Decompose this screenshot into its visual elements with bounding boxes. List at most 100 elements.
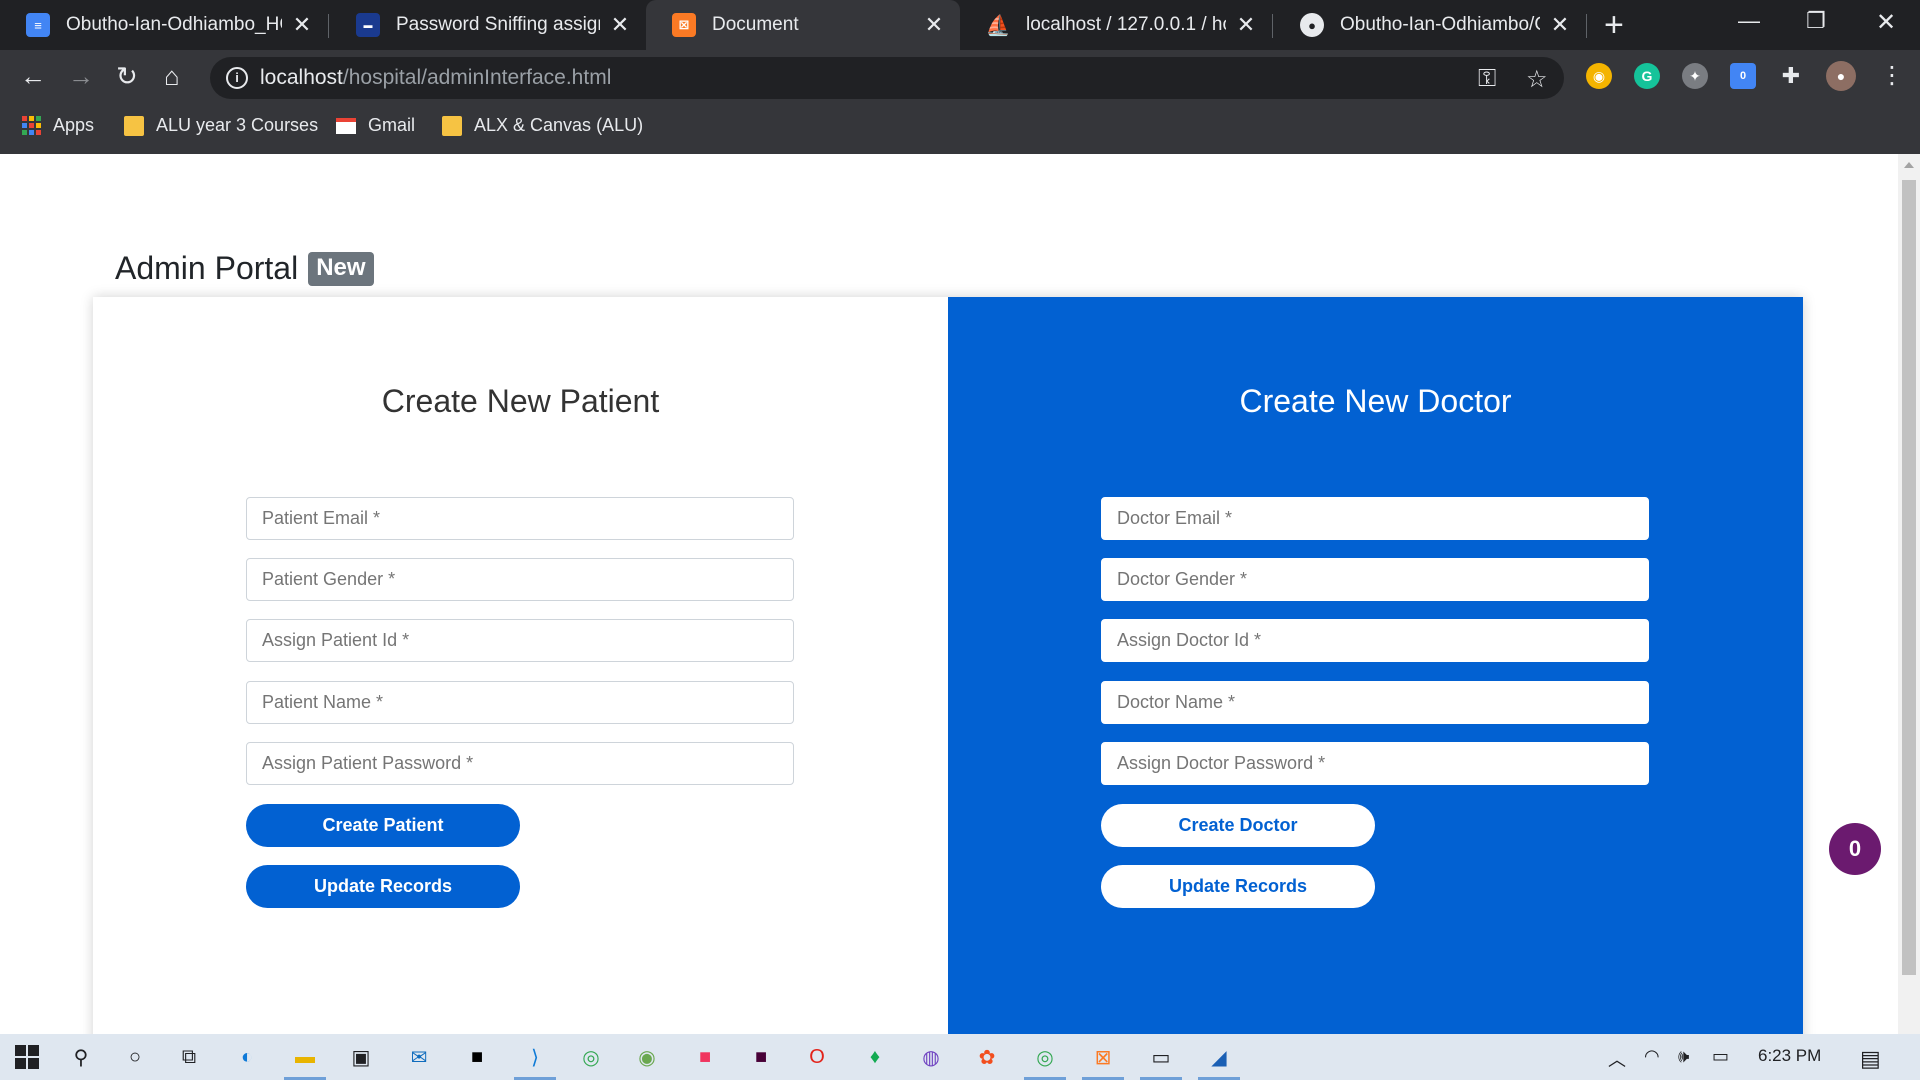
extension-compass-icon[interactable]: ◉ <box>1586 63 1612 89</box>
patient-name-input[interactable] <box>246 681 794 724</box>
doctor-form-panel: Create New Doctor Create Doctor Update R… <box>948 297 1803 1034</box>
key-icon[interactable]: ⚿ <box>1478 65 1496 93</box>
browser-toolbar: ← → ↻ ⌂ i localhost/hospital/adminInterf… <box>0 50 1920 105</box>
docs-icon: ≡ <box>26 13 50 37</box>
opera-icon[interactable]: O <box>802 1042 832 1072</box>
address-bar[interactable]: i localhost/hospital/adminInterface.html… <box>210 57 1564 99</box>
search-icon[interactable]: ⚲ <box>66 1042 96 1072</box>
volume-icon[interactable]: 🕪 <box>1678 1046 1689 1067</box>
minimize-icon[interactable]: — <box>1738 8 1760 34</box>
chrome-icon[interactable]: ◎ <box>576 1042 606 1072</box>
bookmarks-bar: Apps ALU year 3 Courses Gmail ALX & Canv… <box>0 105 1920 154</box>
bookmark-gmail[interactable]: Gmail <box>336 115 415 136</box>
edge-icon[interactable]: ◐ <box>232 1042 262 1072</box>
patient-password-input[interactable] <box>246 742 794 785</box>
cortana-icon[interactable]: ○ <box>120 1042 150 1072</box>
back-arrow-icon[interactable]: ← <box>20 61 46 92</box>
window-close-icon[interactable]: ✕ <box>1876 8 1896 37</box>
doctor-gender-input[interactable] <box>1101 558 1649 601</box>
terminal-icon[interactable]: ▭ <box>1140 1042 1182 1080</box>
doctor-email-input[interactable] <box>1101 497 1649 540</box>
create-patient-button[interactable]: Create Patient <box>246 804 520 847</box>
battery-icon[interactable]: ▭ <box>1712 1046 1729 1067</box>
xampp-taskbar-icon[interactable]: ⊠ <box>1082 1042 1124 1080</box>
grammarly-icon[interactable]: G <box>1634 63 1660 89</box>
windows-start-icon[interactable] <box>12 1042 42 1072</box>
restore-icon[interactable]: ❐ <box>1806 8 1826 34</box>
tab-docs[interactable]: ≡ Obutho-Ian-Odhiambo_HCI ✕ <box>0 0 328 50</box>
page-viewport: Admin Portal New Create New Patient Crea… <box>0 154 1898 1034</box>
close-icon[interactable]: ✕ <box>610 12 630 38</box>
app-pink-icon[interactable]: ■ <box>690 1042 720 1072</box>
tab-title: Password Sniffing assignment <box>396 14 600 35</box>
file-explorer-icon[interactable]: ▬ <box>284 1042 326 1080</box>
adobe-xd-icon[interactable]: ■ <box>746 1042 776 1072</box>
wifi-icon[interactable]: ◠ <box>1644 1046 1660 1067</box>
folder-icon <box>124 115 144 136</box>
figma-icon[interactable]: ✿ <box>972 1042 1002 1072</box>
url-host: localhost <box>260 66 343 89</box>
tab-github[interactable]: ● Obutho-Ian-Odhiambo/Ob ✕ <box>1274 0 1586 50</box>
wireshark-icon[interactable]: ◢ <box>1198 1042 1240 1080</box>
mongodb-icon[interactable]: ♦ <box>860 1042 890 1072</box>
site-info-icon[interactable]: i <box>226 67 248 89</box>
chat-widget-button[interactable]: 0 <box>1829 823 1881 875</box>
close-icon[interactable]: ✕ <box>1236 12 1256 38</box>
show-hidden-icons-chevron-icon[interactable]: ︿ <box>1608 1046 1626 1072</box>
update-patient-records-button[interactable]: Update Records <box>246 865 520 908</box>
extension-badge-icon[interactable]: 0 <box>1730 63 1756 89</box>
bookmark-apps[interactable]: Apps <box>22 115 94 136</box>
close-icon[interactable]: ✕ <box>292 12 312 38</box>
update-doctor-records-button[interactable]: Update Records <box>1101 865 1375 908</box>
intellij-icon[interactable]: ■ <box>462 1042 492 1072</box>
tab-phpmyadmin[interactable]: ⛵ localhost / 127.0.0.1 / hospital ✕ <box>960 0 1272 50</box>
profile-avatar[interactable]: ● <box>1826 61 1856 91</box>
extensions-puzzle-icon[interactable]: ✚ <box>1778 63 1804 89</box>
phpmyadmin-icon: ⛵ <box>985 14 1011 37</box>
bookmark-star-icon[interactable]: ☆ <box>1526 65 1548 94</box>
vscode-icon[interactable]: ⟩ <box>514 1042 556 1080</box>
new-tab-plus-icon[interactable]: + <box>1604 6 1624 45</box>
apps-grid-icon <box>22 116 41 135</box>
store-icon[interactable]: ▣ <box>346 1042 376 1072</box>
page-title: Admin Portal <box>115 250 299 286</box>
windows-taskbar: ⚲ ○ ⧉ ◐ ▬ ▣ ✉ ■ ⟩ ◎ ◉ ■ ■ O ♦ ◍ ✿ ◎ ⊠ ▭ … <box>0 1034 1920 1080</box>
close-icon[interactable]: ✕ <box>1550 12 1570 38</box>
chat-count: 0 <box>1848 836 1862 861</box>
tab-separator <box>1586 14 1587 38</box>
app-circle-icon[interactable]: ◍ <box>916 1042 946 1072</box>
notifications-icon[interactable]: ▤ <box>1860 1046 1881 1072</box>
close-icon[interactable]: ✕ <box>924 12 944 38</box>
patient-email-input[interactable] <box>246 497 794 540</box>
tab-password-sniffing[interactable]: ▬ Password Sniffing assignment ✕ <box>330 0 646 50</box>
bookmark-label: ALX & Canvas (ALU) <box>474 115 644 135</box>
taskbar-clock[interactable]: 6:23 PM <box>1758 1046 1821 1066</box>
patient-id-input[interactable] <box>246 619 794 662</box>
xampp-icon: ⊠ <box>672 13 696 37</box>
task-view-icon[interactable]: ⧉ <box>174 1042 204 1072</box>
scrollbar-thumb[interactable] <box>1902 180 1916 975</box>
mail-icon[interactable]: ✉ <box>404 1042 434 1072</box>
browser-tab-strip: ≡ Obutho-Ian-Odhiambo_HCI ✕ ▬ Password S… <box>0 0 1920 50</box>
patient-form-heading: Create New Patient <box>381 383 660 419</box>
scroll-up-arrow-icon[interactable] <box>1904 162 1914 168</box>
android-studio-icon[interactable]: ◉ <box>632 1042 662 1072</box>
create-doctor-button[interactable]: Create Doctor <box>1101 804 1375 847</box>
extension-gear-icon[interactable]: ✦ <box>1682 63 1708 89</box>
bookmark-alx-canvas[interactable]: ALX & Canvas (ALU) <box>442 115 643 136</box>
tab-separator <box>328 14 329 38</box>
tab-title: localhost / 127.0.0.1 / hospital <box>1026 14 1226 35</box>
chrome-running-icon[interactable]: ◎ <box>1024 1042 1066 1080</box>
page-scrollbar[interactable] <box>1898 154 1920 1034</box>
doctor-name-input[interactable] <box>1101 681 1649 724</box>
home-icon[interactable]: ⌂ <box>164 61 180 92</box>
menu-dots-icon[interactable]: ⋮ <box>1880 61 1904 90</box>
doctor-password-input[interactable] <box>1101 742 1649 785</box>
patient-gender-input[interactable] <box>246 558 794 601</box>
doctor-id-input[interactable] <box>1101 619 1649 662</box>
folder-icon <box>442 115 462 136</box>
reload-icon[interactable]: ↻ <box>116 61 138 92</box>
tab-document[interactable]: ⊠ Document ✕ <box>646 0 960 50</box>
bookmark-alu-courses[interactable]: ALU year 3 Courses <box>124 115 318 136</box>
forward-arrow-icon[interactable]: → <box>68 61 94 92</box>
